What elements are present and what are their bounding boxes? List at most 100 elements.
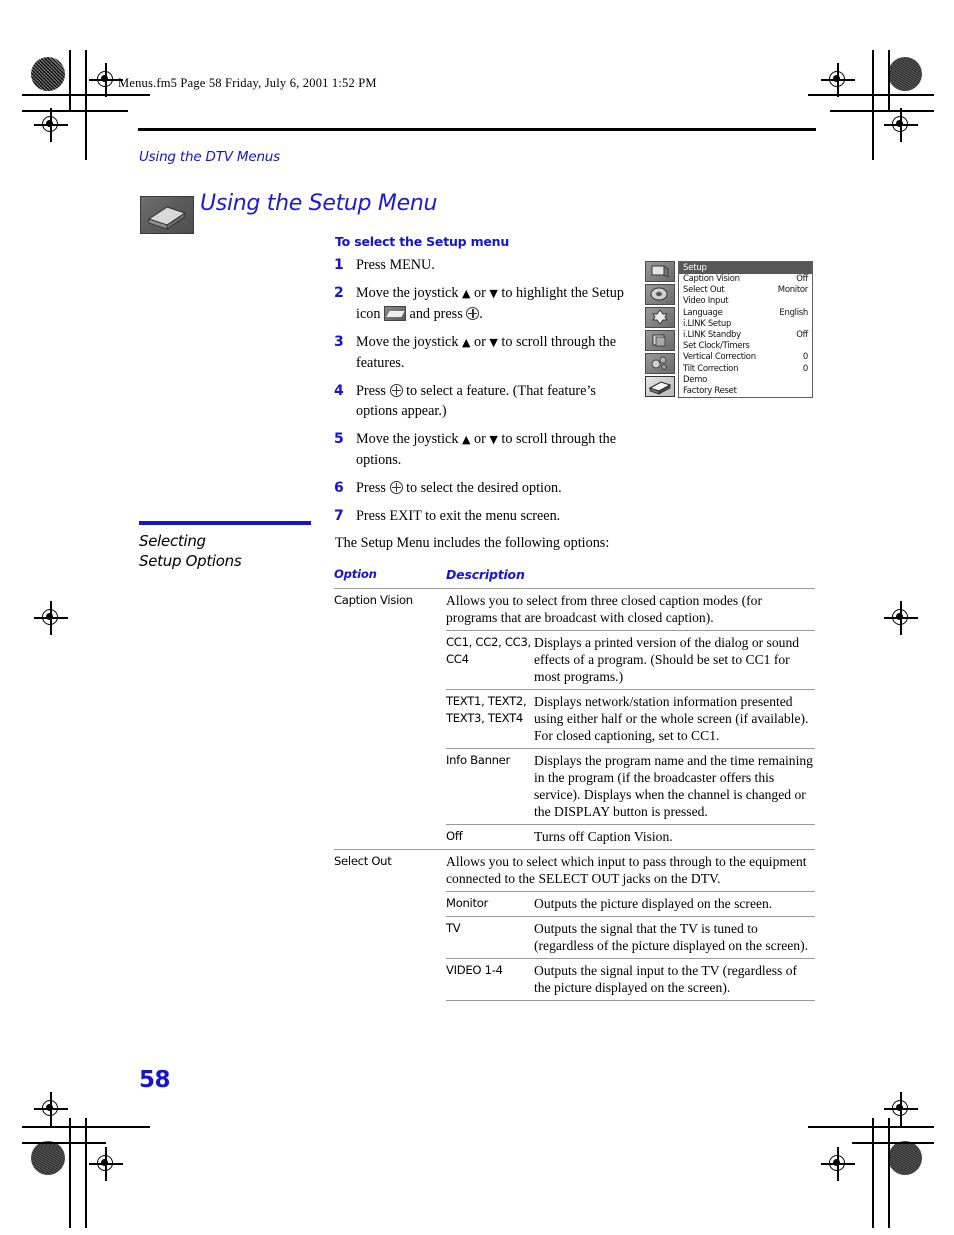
table-row: Monitor Outputs the picture displayed on…	[334, 891, 815, 917]
arrow-up-icon: ▲	[462, 287, 471, 300]
cell-suboption: Info Banner	[446, 748, 534, 825]
osd-menu-item[interactable]: Video Input	[679, 296, 812, 307]
step-text: Press EXIT to exit the menu screen.	[356, 508, 561, 524]
table-row: TEXT1, TEXT2, TEXT3, TEXT4 Displays netw…	[334, 689, 815, 749]
cell-option	[334, 825, 446, 850]
osd-screenshot: Setup Caption Vision Off Select Out Monito…	[645, 261, 813, 405]
osd-menu-item[interactable]: i.LINK Standby Off	[679, 330, 812, 341]
crop-line-br-v2	[888, 1118, 890, 1228]
osd-item-label: Vertical Correction	[683, 352, 756, 363]
crop-line-br-v	[872, 1118, 874, 1228]
step-text: Press to select a feature. (That feature…	[356, 383, 596, 419]
setup-options-table: Option Description Caption Vision Allows…	[334, 563, 815, 1008]
osd-menu-item[interactable]: Tilt Correction 0	[679, 364, 812, 375]
side-heading-line1: Selecting	[139, 532, 206, 550]
list-item: 2 Move the joystick ▲ or ▼ to highlight …	[334, 283, 634, 324]
osd-icon-parental[interactable]	[645, 330, 675, 351]
osd-item-label: Select Out	[683, 285, 725, 296]
list-item: 3 Move the joystick ▲ or ▼ to scroll thr…	[334, 332, 634, 373]
osd-icon-screen[interactable]	[645, 353, 675, 374]
setup-icon-graphic	[147, 206, 187, 230]
halftone-target-bottom-right	[888, 1141, 922, 1175]
table-footer-rule-row	[334, 1000, 815, 1008]
osd-item-value: 0	[802, 352, 808, 363]
osd-icon-audio[interactable]	[645, 284, 675, 305]
cell-description: Allows you to select from three closed c…	[446, 593, 762, 625]
osd-icon-channel[interactable]	[645, 307, 675, 328]
osd-item-value: 0	[802, 363, 808, 374]
cell-description: Allows you to select which input to pass…	[446, 854, 807, 886]
arrow-down-icon: ▼	[489, 287, 498, 300]
crop-line-tl-v	[85, 50, 87, 160]
osd-item-label: Language	[683, 307, 723, 318]
cell-description: Outputs the signal that the TV is tuned …	[534, 916, 815, 959]
framemaker-header-stamp: Menus.fm5 Page 58 Friday, July 6, 2001 1…	[118, 76, 377, 90]
cell-option: Caption Vision	[334, 593, 413, 607]
side-heading: Selecting Setup Options	[139, 531, 242, 571]
osd-icon-setup[interactable]	[645, 376, 675, 397]
crop-line-bl-h2	[22, 1142, 106, 1144]
osd-item-value: Monitor	[777, 285, 809, 296]
select-button-icon	[466, 307, 480, 320]
osd-icon-video-input[interactable]	[645, 261, 675, 282]
osd-item-label: Caption Vision	[683, 274, 740, 284]
header-rule	[138, 128, 816, 131]
osd-menu-item[interactable]: Select Out Monitor	[679, 285, 812, 296]
halftone-target-top-right	[888, 57, 922, 91]
arrow-up-icon: ▲	[462, 336, 471, 349]
osd-menu-item[interactable]: i.LINK Setup	[679, 319, 812, 330]
osd-item-label: i.LINK Setup	[683, 318, 732, 329]
cell-option	[334, 892, 446, 917]
cell-option	[334, 917, 446, 959]
crop-line-tr-v	[872, 50, 874, 160]
step-text: Press MENU.	[356, 257, 435, 273]
halftone-target-bottom-left	[31, 1141, 65, 1175]
cell-option: Select Out	[334, 854, 392, 868]
running-head: Using the DTV Menus	[139, 149, 280, 165]
cell-suboption: CC1, CC2, CC3, CC4	[446, 630, 534, 690]
step-text: Move the joystick ▲ or ▼ to scroll throu…	[356, 431, 617, 468]
cell-option	[334, 690, 446, 749]
registration-mark-right-upper	[884, 108, 918, 142]
arrow-down-icon: ▼	[489, 336, 498, 349]
osd-menu-item[interactable]: Caption Vision Off	[679, 274, 812, 285]
step-number: 1	[334, 257, 344, 273]
cell-suboption: VIDEO 1-4	[446, 958, 534, 1001]
table-row: Select Out Allows you to select which in…	[334, 849, 815, 892]
registration-mark-bottom-right-inner	[821, 1147, 855, 1181]
osd-item-label: Tilt Correction	[683, 363, 739, 374]
registration-mark-left-lower	[34, 1092, 68, 1126]
crop-line-bl-v2	[69, 1118, 71, 1228]
step-number: 7	[334, 508, 344, 524]
registration-mark-left-mid	[34, 601, 68, 635]
step-text: Press to select the desired option.	[356, 480, 562, 496]
osd-item-label: Video Input	[683, 296, 729, 307]
osd-menu-item[interactable]: Demo	[679, 375, 812, 386]
procedure-steps: 1 Press MENU. 2 Move the joystick ▲ or ▼…	[334, 255, 634, 534]
osd-item-value: Off	[796, 274, 808, 284]
side-heading-rule	[139, 521, 311, 525]
step-text: Move the joystick ▲ or ▼ to highlight th…	[356, 285, 624, 322]
osd-menu-item[interactable]: Factory Reset	[679, 386, 812, 397]
list-item: 5 Move the joystick ▲ or ▼ to scroll thr…	[334, 429, 634, 470]
arrow-down-icon: ▼	[489, 433, 498, 446]
osd-menu-list: Setup Caption Vision Off Select Out Monito…	[678, 261, 813, 399]
osd-item-value: English	[779, 307, 808, 318]
osd-item-value: Off	[796, 330, 808, 341]
osd-menu-item[interactable]: Language English	[679, 308, 812, 319]
page-title: Using the Setup Menu	[200, 191, 438, 216]
cell-option	[334, 959, 446, 1001]
step-number: 2	[334, 285, 344, 301]
registration-mark-right-mid	[884, 601, 918, 635]
list-item: 7 Press EXIT to exit the menu screen.	[334, 506, 634, 526]
column-header-description: Description	[446, 567, 525, 582]
table-row: Caption Vision Allows you to select from…	[334, 588, 815, 631]
table-row: Info Banner Displays the program name an…	[334, 748, 815, 825]
table-bottom-rule	[446, 1000, 815, 1008]
intro-paragraph: The Setup Menu includes the following op…	[335, 535, 610, 551]
step-number: 3	[334, 334, 344, 350]
osd-menu-item[interactable]: Vertical Correction 0	[679, 352, 812, 363]
table-row: Off Turns off Caption Vision.	[334, 824, 815, 850]
cell-suboption: TEXT1, TEXT2, TEXT3, TEXT4	[446, 689, 534, 749]
osd-menu-item[interactable]: Set Clock/Timers	[679, 341, 812, 352]
